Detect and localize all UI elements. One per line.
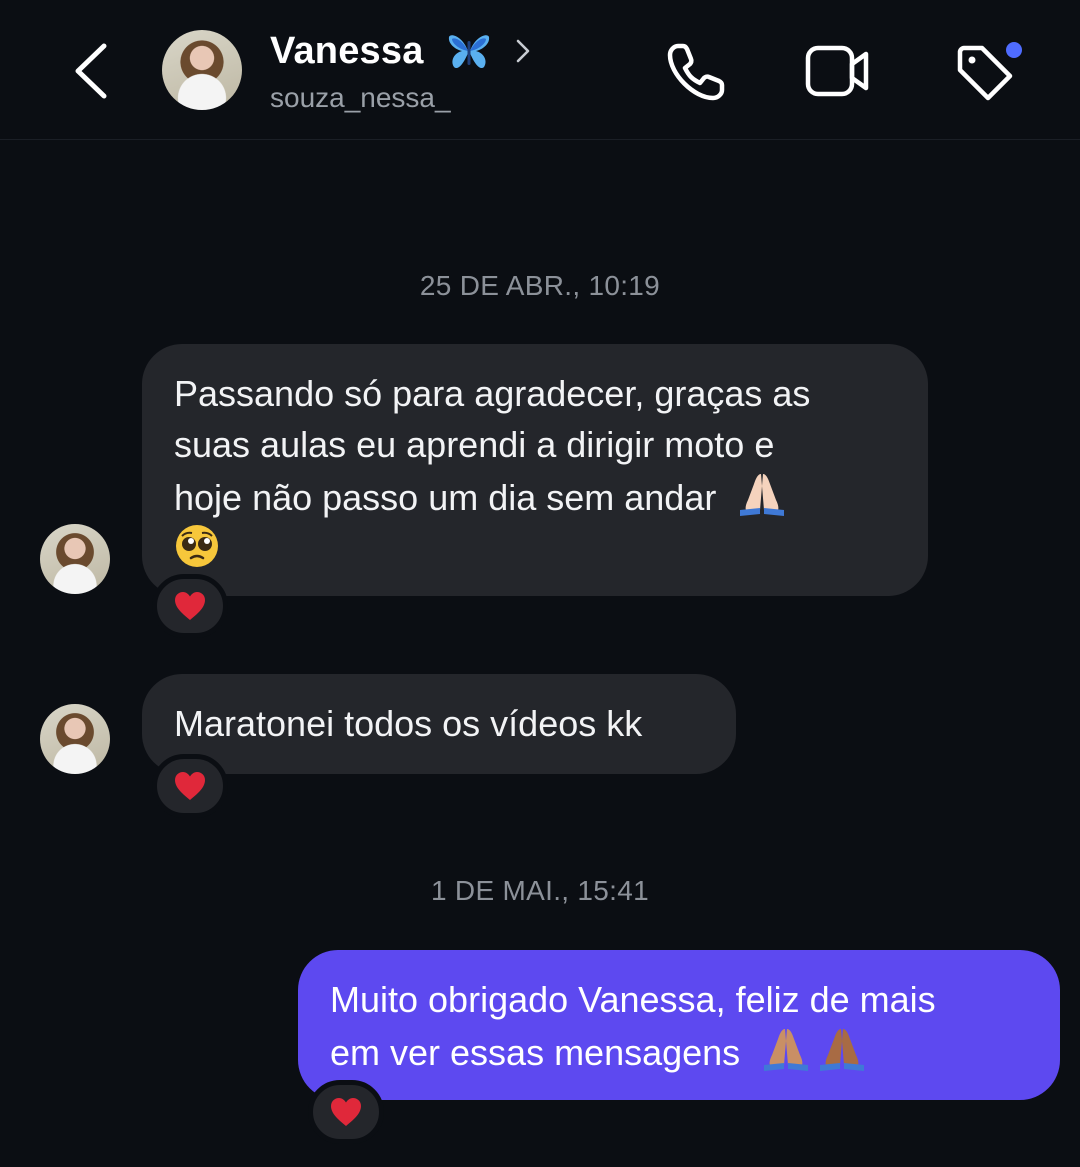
red-heart-icon [331, 1098, 361, 1126]
reaction-badge[interactable] [308, 1080, 384, 1144]
message-line-with-emoji: hoje não passo um dia sem andar [174, 470, 896, 523]
pleading-face-emoji [176, 525, 218, 567]
message-line-with-emoji: em ver essas mensagens [330, 1025, 1028, 1078]
message-line: hoje não passo um dia sem andar [174, 477, 717, 518]
reaction-badge[interactable] [152, 574, 228, 638]
sent-message-bubble[interactable]: Muito obrigado Vanessa, feliz de mais em… [298, 950, 1060, 1100]
contact-avatar-small[interactable] [40, 524, 110, 594]
reaction-badge[interactable] [152, 754, 228, 818]
tag-icon[interactable] [950, 40, 1026, 104]
chat-header: Vanessa souza_nessa_ [0, 0, 1080, 140]
folded-hands-emoji [764, 1029, 809, 1071]
message-line: suas aulas eu aprendi a dirigir moto e [174, 424, 775, 465]
contact-username: souza_nessa_ [270, 82, 451, 113]
video-camera-icon[interactable] [804, 42, 872, 100]
contact-avatar[interactable] [162, 30, 242, 110]
message-line: em ver essas mensagens [330, 1032, 741, 1073]
folded-hands-emoji [740, 474, 785, 516]
notification-dot [1006, 42, 1022, 58]
message-line: Passando só para agradecer, graças as [174, 373, 811, 414]
contact-name[interactable]: Vanessa [270, 30, 424, 73]
received-message-bubble[interactable]: Maratonei todos os vídeos kk [142, 674, 736, 774]
chevron-right-icon[interactable] [514, 38, 532, 64]
message-line: Muito obrigado Vanessa, feliz de mais [330, 979, 936, 1020]
red-heart-icon [175, 592, 205, 620]
received-message-bubble[interactable]: Passando só para agradecer, graças as su… [142, 344, 928, 596]
folded-hands-emoji [820, 1029, 865, 1071]
red-heart-icon [175, 772, 205, 800]
back-chevron-icon[interactable] [64, 40, 120, 102]
phone-icon[interactable] [664, 40, 728, 104]
contact-avatar-small[interactable] [40, 704, 110, 774]
butterfly-icon [448, 35, 490, 69]
date-separator: 25 DE ABR., 10:19 [419, 270, 661, 301]
chat-screen: Vanessa souza_nessa_ 25 DE ABR., 10:19 P… [0, 0, 1080, 1167]
message-line: Maratonei todos os vídeos kk [174, 703, 643, 744]
message-line-emoji [174, 523, 896, 576]
date-separator: 1 DE MAI., 15:41 [430, 875, 649, 906]
